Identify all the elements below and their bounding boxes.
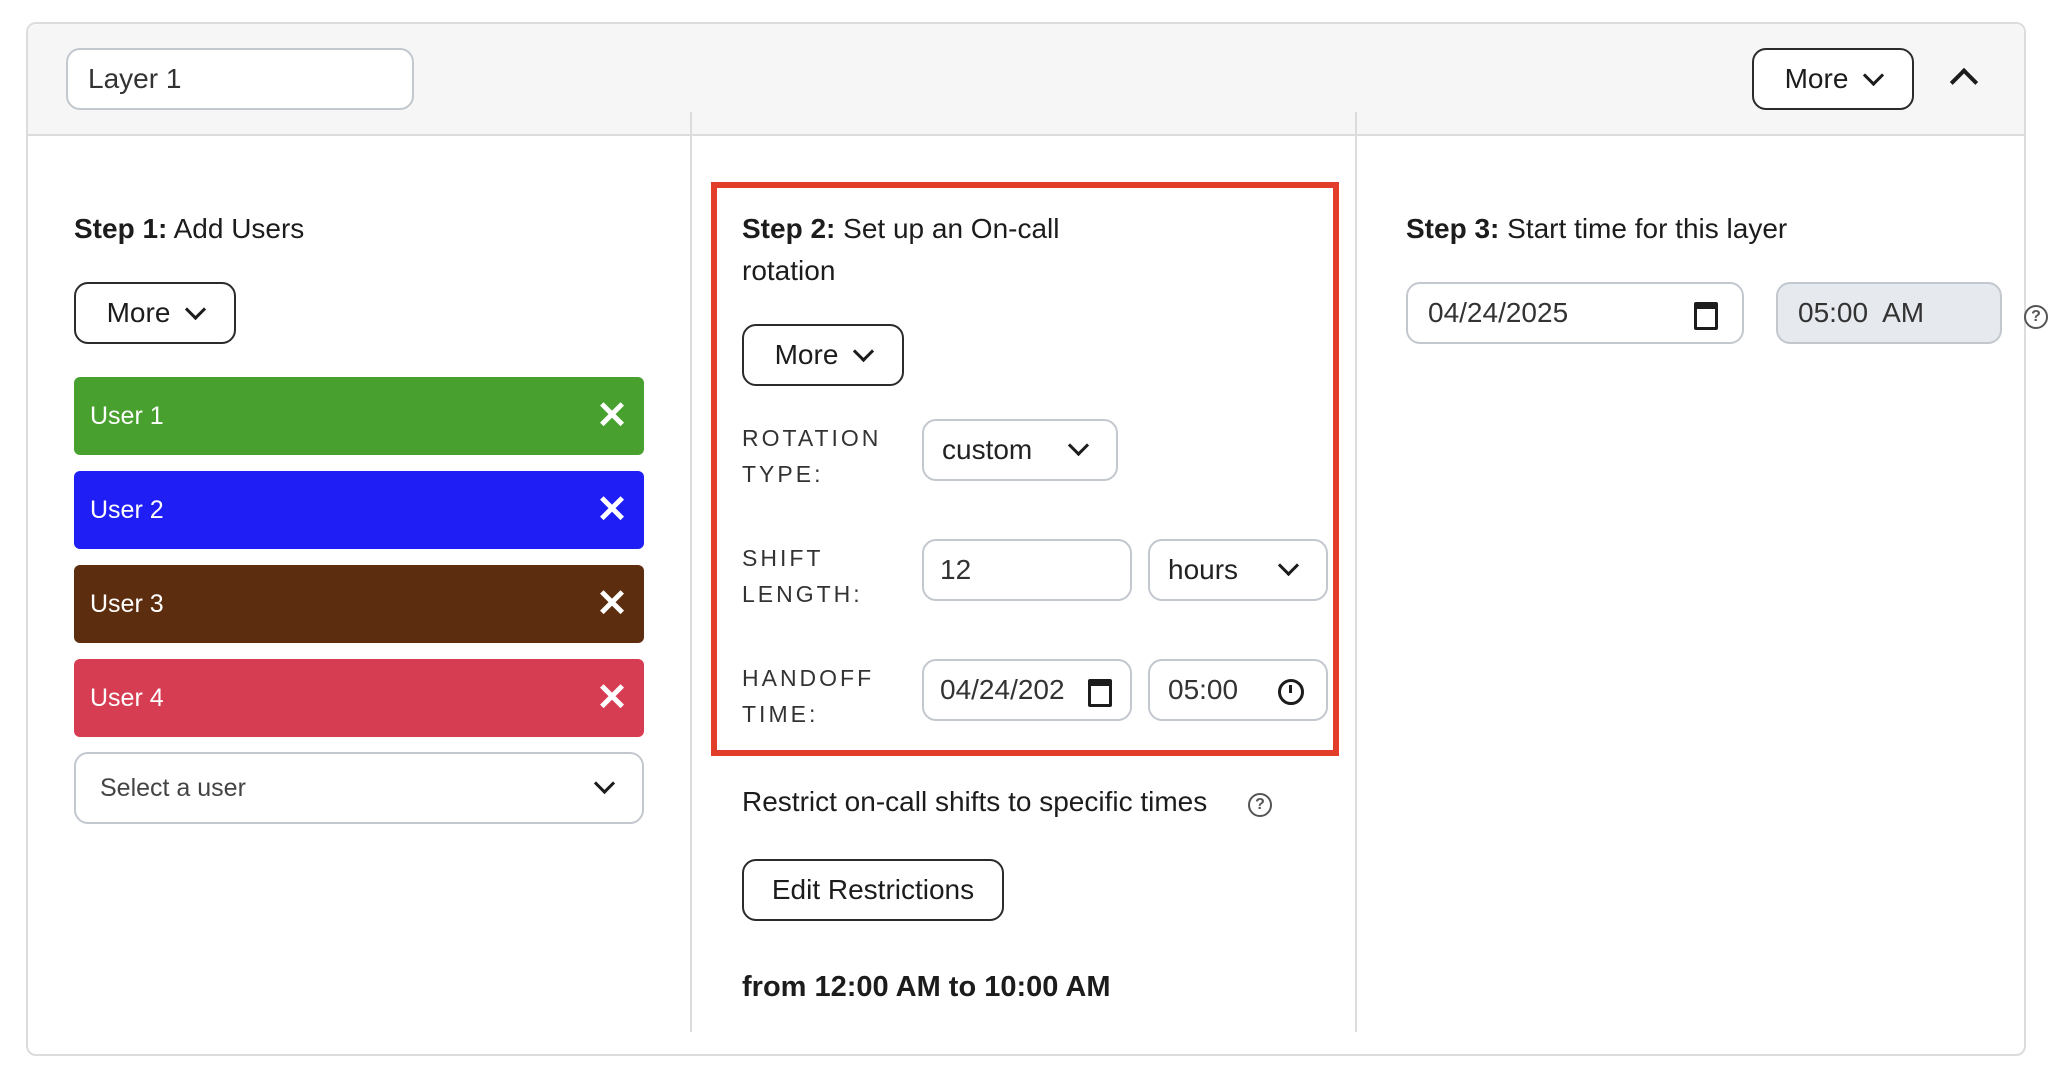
calendar-icon[interactable] bbox=[1694, 302, 1718, 330]
edit-restrictions-label: Edit Restrictions bbox=[771, 874, 975, 905]
user-chip[interactable]: User 1 ✕ bbox=[74, 377, 644, 455]
step1-more-label: More bbox=[106, 297, 171, 328]
chevron-down-icon bbox=[185, 298, 207, 320]
step3-title: Step 3: Start time for this layer bbox=[1406, 213, 1788, 244]
help-icon[interactable]: ? bbox=[1248, 793, 1272, 817]
column-divider-2 bbox=[1355, 112, 1357, 1032]
handoff-time-input[interactable]: 05:00 bbox=[1148, 659, 1328, 721]
chevron-down-icon bbox=[1067, 434, 1090, 457]
restriction-range-text: from 12:00 AM to 10:00 AM bbox=[742, 971, 1111, 1003]
rotation-type-label: ROTATION TYPE: bbox=[742, 425, 882, 487]
step1-title: Step 1: Add Users bbox=[74, 213, 305, 244]
remove-user-icon[interactable]: ✕ bbox=[596, 397, 628, 435]
start-date-input[interactable]: 04/24/2025 bbox=[1406, 282, 1744, 344]
edit-restrictions-button[interactable]: Edit Restrictions bbox=[742, 859, 1004, 921]
calendar-icon[interactable] bbox=[1088, 679, 1112, 707]
layer-more-label: More bbox=[1784, 63, 1849, 94]
rotation-type-select[interactable]: custom bbox=[922, 419, 1118, 481]
select-user-dropdown[interactable]: Select a user bbox=[74, 752, 644, 824]
step1-more-button[interactable]: More bbox=[74, 282, 236, 344]
chevron-down-icon bbox=[853, 340, 875, 362]
shift-length-unit-value: hours bbox=[1168, 554, 1239, 585]
chevron-down-icon bbox=[593, 772, 616, 795]
select-user-placeholder: Select a user bbox=[100, 773, 246, 802]
chevron-down-icon bbox=[1863, 64, 1885, 86]
layer-more-button[interactable]: More bbox=[1752, 48, 1914, 110]
user-chip-label: User 1 bbox=[90, 401, 164, 430]
user-chip-label: User 3 bbox=[90, 589, 164, 618]
start-time-value: 05:00 AM bbox=[1798, 297, 1925, 328]
handoff-date-input[interactable]: 04/24/202 bbox=[922, 659, 1132, 721]
step2-title: Step 2: Set up an On-call rotation bbox=[742, 213, 1060, 286]
layer-name-input[interactable]: Layer 1 bbox=[66, 48, 414, 110]
handoff-time-label: HANDOFF TIME: bbox=[742, 665, 875, 727]
step2-more-button[interactable]: More bbox=[742, 324, 904, 386]
chevron-down-icon bbox=[1277, 554, 1300, 577]
start-date-value: 04/24/2025 bbox=[1428, 297, 1569, 328]
remove-user-icon[interactable]: ✕ bbox=[596, 585, 628, 623]
shift-length-unit-select[interactable]: hours bbox=[1148, 539, 1328, 601]
user-chip-label: User 4 bbox=[90, 683, 164, 712]
remove-user-icon[interactable]: ✕ bbox=[596, 491, 628, 529]
shift-length-label: SHIFT LENGTH: bbox=[742, 545, 863, 607]
user-chip[interactable]: User 2 ✕ bbox=[74, 471, 644, 549]
restrict-shifts-text: Restrict on-call shifts to specific time… bbox=[742, 786, 1208, 817]
handoff-time-value: 05:00 bbox=[1168, 674, 1239, 705]
step2-more-label: More bbox=[774, 339, 839, 370]
start-time-input[interactable]: 05:00 AM bbox=[1776, 282, 2002, 344]
rotation-type-value: custom bbox=[942, 434, 1033, 465]
chevron-up-icon bbox=[1949, 67, 1979, 97]
remove-user-icon[interactable]: ✕ bbox=[596, 679, 628, 717]
user-chip[interactable]: User 4 ✕ bbox=[74, 659, 644, 737]
handoff-date-value: 04/24/202 bbox=[940, 674, 1065, 705]
shift-length-input[interactable]: 12 bbox=[922, 539, 1132, 601]
column-divider-1 bbox=[690, 112, 692, 1032]
clock-icon[interactable] bbox=[1278, 679, 1304, 705]
collapse-button[interactable] bbox=[1944, 58, 1984, 98]
user-chip-label: User 2 bbox=[90, 495, 164, 524]
user-chip[interactable]: User 3 ✕ bbox=[74, 565, 644, 643]
help-icon[interactable]: ? bbox=[2024, 305, 2048, 329]
